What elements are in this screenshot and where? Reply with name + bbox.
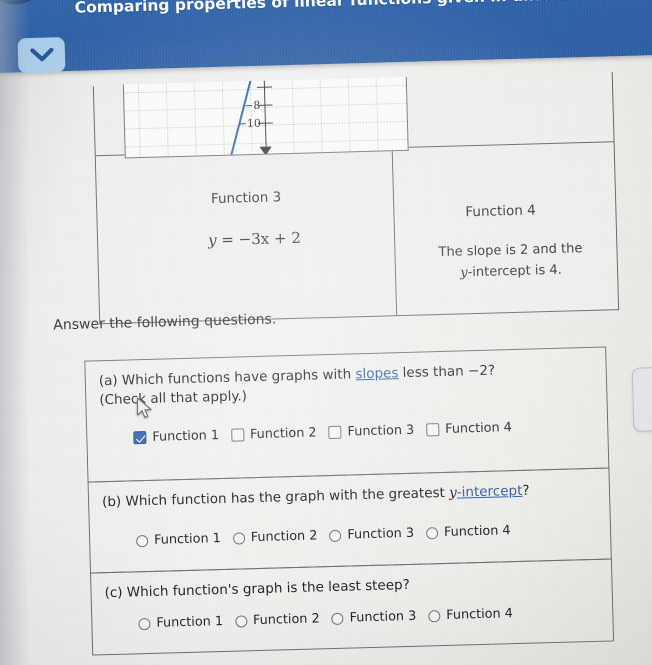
option-function-4[interactable]: Function 4: [425, 523, 511, 540]
question-a-prompt-pre: (a) Which functions have graphs with: [98, 366, 356, 390]
radio-function-3[interactable]: [329, 529, 342, 542]
option-label: Function 3: [347, 525, 415, 543]
checkbox-function-2[interactable]: [230, 428, 245, 442]
question-b: (b) Which function has the graph with th…: [87, 467, 612, 574]
radio-function-2[interactable]: [232, 531, 245, 545]
function4-desc-line2: -intercept is 4.: [467, 262, 563, 281]
option-label: Function 3: [347, 422, 415, 440]
radio-function-3[interactable]: [331, 612, 344, 625]
radio-function-1[interactable]: [138, 617, 151, 630]
question-a-prompt-line2: (Check all that apply.): [99, 388, 248, 409]
question-c-options: Function 1 Function 2 Function 3 Functio…: [138, 604, 602, 632]
option-label: Function 1: [153, 531, 221, 548]
option-function-1[interactable]: Function 1: [138, 614, 223, 631]
hamburger-icon[interactable]: [0, 0, 45, 6]
function4-description: The slope is 2 and the y-intercept is 4.: [415, 238, 606, 285]
slopes-term-link[interactable]: slopes: [355, 365, 398, 382]
checkbox-function-4[interactable]: [426, 423, 440, 437]
question-c-prompt: (c) Which function's graph is the least …: [104, 576, 410, 602]
option-label: Function 1: [156, 613, 224, 631]
option-label: Function 2: [252, 611, 320, 629]
option-function-3[interactable]: Function 3: [331, 609, 416, 626]
checkbox-function-1[interactable]: [133, 431, 147, 445]
question-b-options: Function 1 Function 2 Function 3 Functio…: [136, 521, 600, 549]
option-function-2[interactable]: Function 2: [230, 425, 317, 443]
option-function-4[interactable]: Function 4: [428, 606, 513, 623]
checkbox-function-3[interactable]: [328, 425, 342, 440]
function-graph: −8 −10: [122, 76, 409, 159]
answer-lead-text: Answer the following questions.: [53, 311, 277, 334]
question-a-prompt-post: less than −2?: [398, 362, 496, 382]
function4-label: Function 4: [465, 202, 536, 221]
option-function-2[interactable]: Function 2: [234, 611, 320, 629]
option-label: Function 4: [444, 420, 513, 437]
option-label: Function 3: [349, 608, 417, 626]
intercept-term-link[interactable]: -intercept: [457, 483, 523, 501]
question-a-prompt: (a) Which functions have graphs with slo…: [99, 359, 595, 410]
radio-function-4[interactable]: [428, 609, 441, 622]
question-b-prompt: (b) Which function has the graph with th…: [102, 480, 597, 512]
question-b-prompt-pre: (b) Which function has the graph with th…: [101, 484, 450, 511]
y-tick-label: −8: [244, 98, 261, 113]
question-a-options: Function 1 Function 2 Function 3 Functio…: [133, 418, 597, 446]
function3-equation: y = −3x + 2: [208, 229, 301, 250]
option-function-2[interactable]: Function 2: [232, 528, 318, 546]
option-label: Function 4: [443, 523, 511, 540]
page-title: Comparing properties of linear functions…: [74, 0, 645, 17]
option-function-3[interactable]: Function 3: [329, 526, 414, 543]
question-a: (a) Which functions have graphs with slo…: [84, 346, 610, 483]
option-function-4[interactable]: Function 4: [426, 420, 512, 437]
table-divider: [391, 147, 398, 316]
function3-label: Function 3: [210, 189, 282, 208]
option-function-3[interactable]: Function 3: [328, 423, 414, 440]
option-function-1[interactable]: Function 1: [136, 531, 221, 548]
function4-desc-line1: The slope is 2 and the: [438, 241, 583, 261]
option-label: Function 2: [250, 528, 318, 546]
screenshot-photo: ...nctions Comparing properties of linea…: [0, 0, 652, 665]
option-function-1[interactable]: Function 1: [133, 428, 219, 445]
option-label: Function 4: [446, 606, 514, 623]
radio-function-4[interactable]: [425, 526, 439, 539]
equation-body: = −3x + 2: [216, 228, 302, 250]
y-axis-arrow-icon: [259, 146, 272, 156]
function-comparison-table: −8 −10 Function 3 y = −3x + 2 Function 4…: [92, 72, 620, 325]
radio-function-2[interactable]: [234, 614, 248, 628]
option-label: Function 1: [152, 428, 220, 445]
graph-plot-area: −8 −10: [124, 76, 408, 159]
question-b-prompt-post: ?: [522, 482, 530, 499]
exercise-content: −8 −10 Function 3 y = −3x + 2 Function 4…: [0, 30, 652, 656]
question-c: (c) Which function's graph is the least …: [90, 558, 615, 656]
side-action-button[interactable]: [631, 366, 652, 432]
option-label: Function 2: [249, 425, 317, 443]
radio-function-1[interactable]: [136, 534, 149, 547]
